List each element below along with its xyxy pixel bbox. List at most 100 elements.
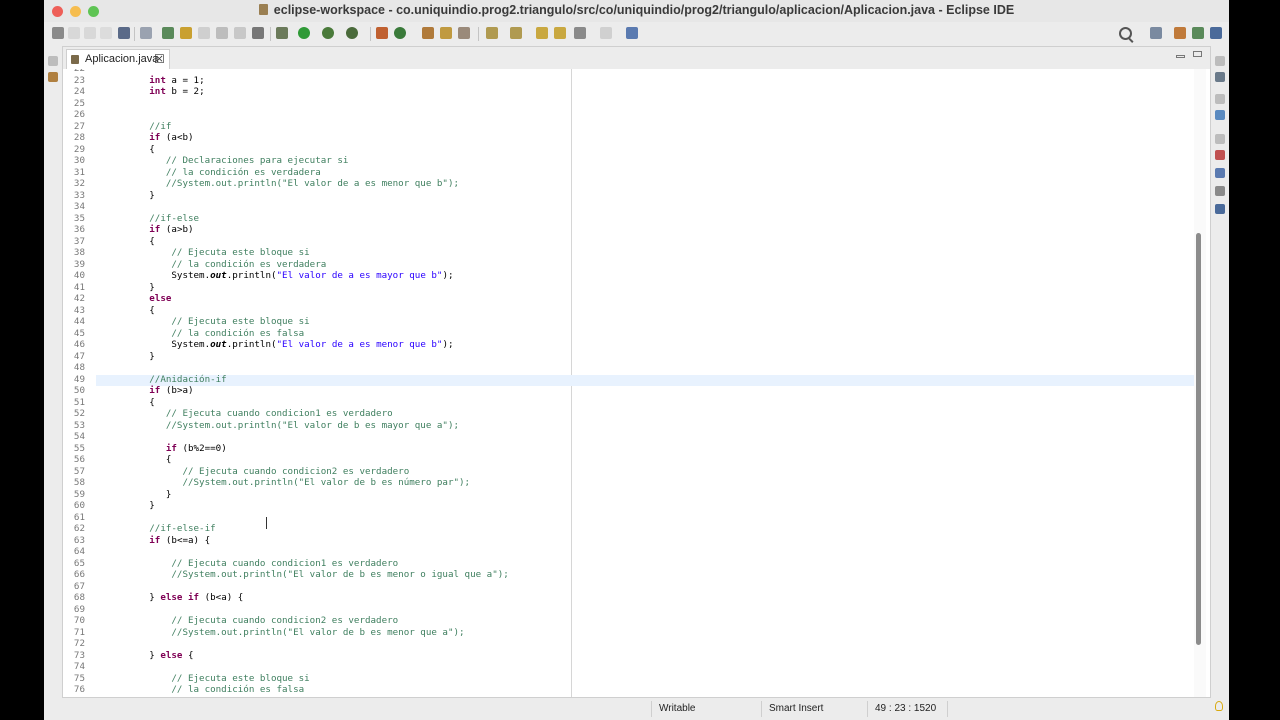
code-line[interactable]: int b = 2; xyxy=(105,86,204,97)
open-perspective-icon[interactable] xyxy=(1150,27,1162,39)
pin-editor-icon[interactable] xyxy=(626,27,638,39)
code-line[interactable]: } xyxy=(105,500,155,511)
code-line[interactable]: int a = 1; xyxy=(105,75,204,86)
code-line[interactable]: // Ejecuta este bloque si xyxy=(105,316,309,327)
coverage-icon[interactable] xyxy=(322,27,334,39)
external-tools-icon[interactable] xyxy=(346,27,358,39)
code-line[interactable]: { xyxy=(105,305,155,316)
code-line[interactable]: //if-else-if xyxy=(105,523,215,534)
restore-icon[interactable] xyxy=(1215,94,1225,104)
save-all-icon[interactable] xyxy=(84,27,96,39)
package-explorer-icon[interactable] xyxy=(48,72,58,82)
code-line[interactable]: if (b%2==0) xyxy=(105,443,227,454)
code-line[interactable]: } xyxy=(105,489,172,500)
maximize-icon[interactable] xyxy=(1193,51,1202,57)
last-edit-location-icon[interactable] xyxy=(536,27,548,39)
highlight-icon[interactable] xyxy=(180,27,192,39)
declaration-icon[interactable] xyxy=(1215,186,1225,196)
code-line[interactable]: { xyxy=(105,236,155,247)
scrollbar-thumb[interactable] xyxy=(1196,233,1201,645)
code-line[interactable]: if (a<b) xyxy=(105,132,193,143)
code-line[interactable]: } xyxy=(105,190,155,201)
close-tab-icon[interactable]: ☒ xyxy=(154,50,165,69)
code-line[interactable]: //if xyxy=(105,121,171,132)
code-line[interactable]: //System.out.println("El valor de b es m… xyxy=(105,569,508,580)
previous-annotation-icon[interactable] xyxy=(510,27,522,39)
back-icon[interactable] xyxy=(574,27,586,39)
code-line[interactable]: } else { xyxy=(105,650,193,661)
code-line[interactable]: } xyxy=(105,282,155,293)
code-line[interactable]: // la condición es falsa xyxy=(105,328,304,339)
debug-perspective-icon[interactable] xyxy=(1192,27,1204,39)
code-line[interactable]: { xyxy=(105,454,172,465)
status-cursor-position[interactable]: 49 : 23 : 1520 xyxy=(875,703,936,714)
new-icon[interactable] xyxy=(52,27,64,39)
toggle-mark-occurrences-icon[interactable] xyxy=(162,27,174,39)
javadoc-icon[interactable] xyxy=(1215,168,1225,178)
console-icon[interactable] xyxy=(1215,204,1225,214)
code-line[interactable]: if (b<=a) { xyxy=(105,535,210,546)
code-line[interactable]: // Ejecuta cuando condicion2 es verdader… xyxy=(105,615,398,626)
next-annotation-icon[interactable] xyxy=(486,27,498,39)
problems-icon[interactable] xyxy=(1215,150,1225,160)
code-line[interactable]: //Anidación-if xyxy=(105,374,226,385)
restore-icon[interactable] xyxy=(1215,134,1225,144)
code-line[interactable]: } else if (b<a) { xyxy=(105,592,243,603)
code-line[interactable]: if (b>a) xyxy=(105,385,193,396)
skip-breakpoints-icon[interactable] xyxy=(140,27,152,39)
word-wrap-icon[interactable] xyxy=(216,27,228,39)
code-line[interactable]: // la condición es verdadera xyxy=(105,167,321,178)
code-line[interactable]: } xyxy=(105,351,155,362)
tab-aplicacion-java[interactable]: Aplicacion.java ☒ xyxy=(66,49,170,69)
show-whitespace-icon[interactable] xyxy=(234,27,246,39)
code-line[interactable]: // la condición es verdadera xyxy=(105,259,326,270)
block-selection-icon[interactable] xyxy=(198,27,210,39)
open-type-icon[interactable] xyxy=(422,27,434,39)
new-java-project-icon[interactable] xyxy=(376,27,388,39)
open-task-icon[interactable] xyxy=(440,27,452,39)
code-token: (a>b) xyxy=(160,224,194,235)
minimize-icon[interactable] xyxy=(1176,55,1185,58)
code-line[interactable]: else xyxy=(105,293,171,304)
restore-icon[interactable] xyxy=(1215,56,1225,66)
task-list-icon[interactable] xyxy=(1215,72,1225,82)
pilcrow-icon[interactable] xyxy=(252,27,264,39)
code-line[interactable]: // Ejecuta cuando condicion2 es verdader… xyxy=(105,466,409,477)
code-line[interactable]: // Ejecuta cuando condicion1 es verdader… xyxy=(105,408,393,419)
code-line[interactable]: //System.out.println("El valor de b es n… xyxy=(105,477,470,488)
code-view[interactable]: 2223 int a = 1; 24 int b = 2; 252627 //if 2… xyxy=(63,69,1210,697)
java-perspective-icon[interactable] xyxy=(1210,27,1222,39)
vertical-scrollbar[interactable] xyxy=(1194,69,1206,697)
search-icon[interactable] xyxy=(1119,27,1132,40)
code-line[interactable]: if (a>b) xyxy=(105,224,194,235)
code-line[interactable]: // la condición es falsa xyxy=(105,684,304,695)
new-java-class-icon[interactable] xyxy=(394,27,406,39)
run-icon[interactable] xyxy=(298,27,310,39)
forward-icon[interactable] xyxy=(600,27,612,39)
code-line[interactable]: //System.out.println("El valor de b es m… xyxy=(105,627,464,638)
outline-icon[interactable] xyxy=(1215,110,1225,120)
code-line[interactable]: //if-else xyxy=(105,213,199,224)
debug-icon[interactable] xyxy=(276,27,288,39)
restore-icon[interactable] xyxy=(48,56,58,66)
save-icon[interactable] xyxy=(68,27,80,39)
search-tool-icon[interactable] xyxy=(458,27,470,39)
code-line[interactable]: // Ejecuta cuando condicion1 es verdader… xyxy=(105,558,398,569)
code-line[interactable]: // Ejecuta este bloque si xyxy=(105,247,309,258)
code-line[interactable]: // Ejecuta este bloque si xyxy=(105,673,309,684)
code-line[interactable]: System.out.println("El valor de a es may… xyxy=(105,270,453,281)
code-line[interactable]: // Declaraciones para ejecutar si xyxy=(105,155,349,166)
code-line[interactable]: { xyxy=(105,144,155,155)
code-line[interactable]: //System.out.println("El valor de a es m… xyxy=(105,178,459,189)
forward-edit-icon[interactable] xyxy=(554,27,566,39)
code-line[interactable]: { xyxy=(105,397,155,408)
print-icon[interactable] xyxy=(100,27,112,39)
lightbulb-icon[interactable] xyxy=(1215,701,1223,711)
status-insert-mode[interactable]: Smart Insert xyxy=(769,703,823,714)
code-line[interactable]: //System.out.println("El valor de b es m… xyxy=(105,420,459,431)
java-ee-perspective-icon[interactable] xyxy=(1174,27,1186,39)
code-line[interactable]: System.out.println("El valor de a es men… xyxy=(105,339,453,350)
terminal-icon[interactable] xyxy=(118,27,130,39)
